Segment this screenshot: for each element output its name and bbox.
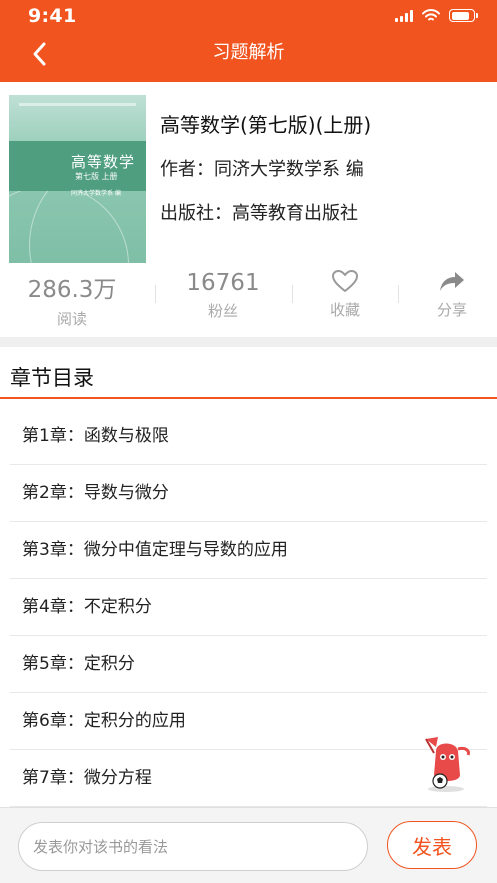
stat-reads-label: 阅读 (56, 310, 87, 328)
stat-fans-value: 16761 (186, 270, 260, 296)
post-comment-button[interactable]: 发表 (387, 821, 477, 869)
app-screen: 9:41 习题解析 高等数学 第七版 上册 同济大学数学系 编 高等数学(第七版… (0, 0, 497, 883)
wifi-icon (422, 9, 440, 21)
stat-fans-label: 粉丝 (207, 302, 238, 320)
stat-divider (398, 285, 399, 303)
cellular-signal-icon (395, 9, 413, 22)
cover-title: 高等数学 (71, 153, 136, 171)
status-time: 9:41 (28, 5, 77, 27)
battery-icon (449, 9, 478, 22)
stat-reads-value: 286.3万 (27, 277, 117, 303)
chapter-item[interactable]: 第4章：不定积分 (0, 579, 497, 636)
comment-input[interactable] (18, 822, 368, 871)
section-separator (0, 337, 497, 347)
favorite-button[interactable]: 收藏 (315, 268, 375, 320)
chapter-item[interactable]: 第3章：微分中值定理与导数的应用 (0, 522, 497, 579)
stat-divider (292, 285, 293, 303)
stat-fans: 16761 粉丝 (173, 270, 273, 321)
status-bar: 9:41 (0, 0, 497, 34)
book-cover[interactable]: 高等数学 第七版 上册 同济大学数学系 编 (9, 95, 146, 263)
chapter-item[interactable]: 第1章：函数与极限 (0, 408, 497, 465)
stat-divider (155, 285, 156, 303)
book-title: 高等数学(第七版)(上册) (160, 113, 372, 137)
battery-level (451, 11, 469, 20)
share-label: 分享 (436, 301, 467, 319)
cover-author: 同济大学数学系 编 (71, 190, 121, 197)
status-icons (395, 9, 478, 22)
top-bar: 9:41 习题解析 (0, 0, 497, 82)
stat-reads: 286.3万 阅读 (22, 270, 122, 329)
heading-underline (0, 397, 497, 399)
mascot-icon[interactable] (416, 731, 474, 793)
chapter-list-heading: 章节目录 (10, 366, 94, 390)
comment-bar: 发表 (0, 807, 497, 883)
cover-top-stripe (19, 103, 136, 106)
share-icon (440, 272, 464, 291)
heart-icon (332, 270, 358, 292)
chapter-item[interactable]: 第5章：定积分 (0, 636, 497, 693)
cover-edition: 第七版 上册 (75, 172, 118, 181)
share-button[interactable]: 分享 (422, 268, 482, 320)
favorite-label: 收藏 (329, 301, 360, 319)
page-title: 习题解析 (212, 42, 285, 63)
book-publisher: 出版社：高等教育出版社 (160, 203, 358, 224)
book-author: 作者：同济大学数学系 编 (160, 159, 364, 180)
chapter-item[interactable]: 第2章：导数与微分 (0, 465, 497, 522)
nav-bar: 习题解析 (0, 34, 497, 82)
